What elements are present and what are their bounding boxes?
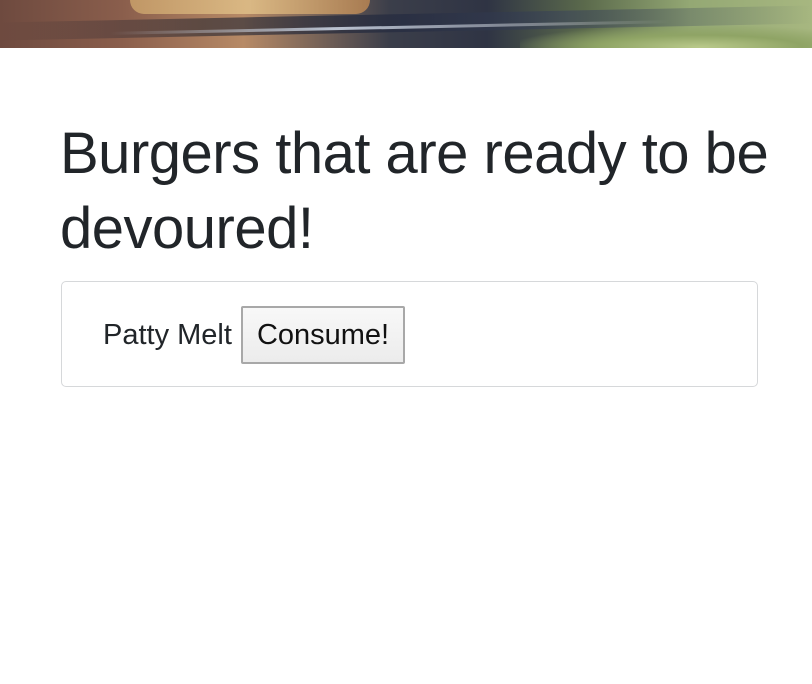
hero-food — [130, 0, 370, 14]
consume-button[interactable]: Consume! — [240, 306, 406, 364]
hero-burger-photo — [0, 0, 812, 48]
burger-list-card: Patty Melt Consume! — [61, 281, 758, 387]
burger-list-item: Patty Melt Consume! — [103, 306, 406, 364]
hero-greens — [520, 26, 812, 48]
page-title: Burgers that are ready to be devoured! — [60, 121, 769, 261]
burger-name: Patty Melt — [103, 319, 232, 351]
